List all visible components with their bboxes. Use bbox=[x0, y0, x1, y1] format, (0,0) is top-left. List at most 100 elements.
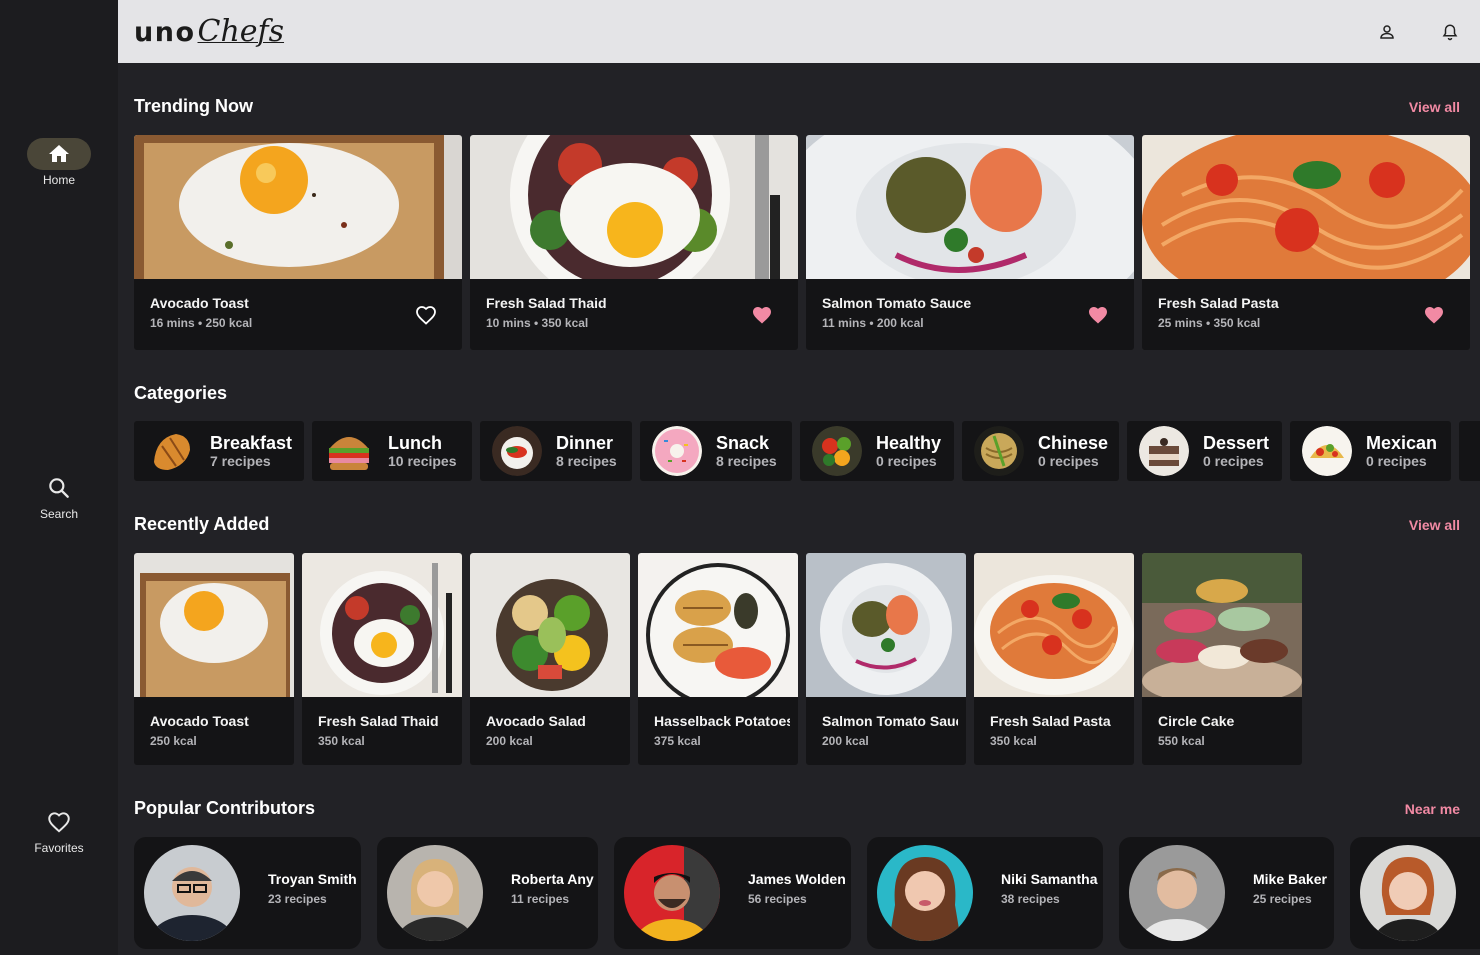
avatar bbox=[1129, 845, 1225, 941]
contributor-name: Niki Samantha bbox=[1001, 871, 1098, 887]
category-name: Lunch bbox=[388, 433, 442, 453]
contributor-name: Roberta Any bbox=[511, 871, 594, 887]
recipe-title: Circle Cake bbox=[1158, 713, 1235, 729]
logo-prefix: uno bbox=[134, 17, 196, 48]
trending-card[interactable]: Fresh Salad Pasta 25 mins • 350 kcal bbox=[1142, 135, 1470, 350]
recent-card[interactable]: Avocado Toast 250 kcal bbox=[134, 553, 294, 765]
salmon-image bbox=[806, 135, 1134, 279]
category-name: Chinese bbox=[1038, 433, 1109, 453]
contributor-card[interactable]: Troyan Smith 23 recipes bbox=[134, 837, 361, 949]
recipe-meta: 10 mins • 350 kcal bbox=[486, 316, 589, 330]
category-snack[interactable]: Snack 8 recipes bbox=[640, 421, 792, 481]
category-count: 0 recipes bbox=[1366, 453, 1427, 469]
recent-card[interactable]: Fresh Salad Pasta 350 kcal bbox=[974, 553, 1134, 765]
category-name: Healthy bbox=[876, 433, 942, 453]
contributor-name: Mike Baker bbox=[1253, 871, 1327, 887]
contributor-card[interactable]: Niki Samantha 38 recipes bbox=[867, 837, 1103, 949]
recipe-kcal: 250 kcal bbox=[150, 734, 197, 748]
category-name: Dinner bbox=[556, 433, 614, 453]
burger-icon bbox=[324, 426, 374, 476]
recipe-kcal: 200 kcal bbox=[486, 734, 533, 748]
avocado-salad-image bbox=[470, 553, 630, 697]
recipe-kcal: 200 kcal bbox=[822, 734, 869, 748]
recent-view-all-link[interactable]: View all bbox=[1409, 517, 1460, 533]
home-icon bbox=[27, 138, 91, 170]
contributor-count: 25 recipes bbox=[1253, 892, 1312, 906]
category-breakfast[interactable]: Breakfast 7 recipes bbox=[134, 421, 304, 481]
recipe-kcal: 350 kcal bbox=[318, 734, 365, 748]
app-logo[interactable]: uno Chefs bbox=[134, 14, 284, 49]
nav-favorites-label: Favorites bbox=[34, 841, 84, 855]
contributor-card[interactable]: Mike Baker 25 recipes bbox=[1119, 837, 1334, 949]
category-count: 0 recipes bbox=[876, 453, 937, 469]
noodle-bowl-icon bbox=[974, 426, 1024, 476]
nav-home[interactable]: Home bbox=[0, 138, 118, 187]
recent-card[interactable]: Hasselback Potatoes 375 kcal bbox=[638, 553, 798, 765]
nav-home-label: Home bbox=[42, 173, 75, 187]
category-overflow[interactable] bbox=[1459, 421, 1480, 481]
recipe-title: Avocado Salad bbox=[486, 713, 586, 729]
nav-search-label: Search bbox=[39, 507, 79, 521]
favorite-filled-icon[interactable] bbox=[750, 303, 774, 327]
contributor-count: 56 recipes bbox=[748, 892, 807, 906]
donut-icon bbox=[652, 426, 702, 476]
category-healthy[interactable]: Healthy 0 recipes bbox=[800, 421, 954, 481]
recipe-title: Hasselback Potatoes bbox=[654, 713, 790, 729]
navigation-rail: Home Search Favorites bbox=[0, 0, 118, 955]
recipe-title: Salmon Tomato Sauce bbox=[822, 713, 958, 729]
favorite-filled-icon[interactable] bbox=[1086, 303, 1110, 327]
contributor-count: 11 recipes bbox=[511, 892, 570, 906]
category-mexican[interactable]: Mexican 0 recipes bbox=[1290, 421, 1451, 481]
recipe-title: Fresh Salad Thaid bbox=[318, 713, 439, 729]
trending-card[interactable]: Salmon Tomato Sauce 11 mins • 200 kcal bbox=[806, 135, 1134, 350]
avatar bbox=[877, 845, 973, 941]
nav-search[interactable]: Search bbox=[0, 472, 118, 521]
logo-suffix: Chefs bbox=[197, 14, 285, 49]
trending-view-all-link[interactable]: View all bbox=[1409, 99, 1460, 115]
category-name: Dessert bbox=[1203, 433, 1270, 453]
category-count: 7 recipes bbox=[210, 453, 271, 469]
category-count: 0 recipes bbox=[1203, 453, 1264, 469]
category-name: Mexican bbox=[1366, 433, 1438, 453]
salad-bowl-icon bbox=[812, 426, 862, 476]
heart-icon bbox=[27, 806, 91, 838]
category-dessert[interactable]: Dessert 0 recipes bbox=[1127, 421, 1282, 481]
contributor-card[interactable]: James Wolden 56 recipes bbox=[614, 837, 851, 949]
contributor-card[interactable] bbox=[1350, 837, 1480, 949]
recipe-kcal: 550 kcal bbox=[1158, 734, 1205, 748]
favorite-outline-icon[interactable] bbox=[414, 303, 438, 327]
recent-card[interactable]: Salmon Tomato Sauce 200 kcal bbox=[806, 553, 966, 765]
recipe-kcal: 375 kcal bbox=[654, 734, 701, 748]
search-icon bbox=[27, 472, 91, 504]
hasselback-potatoes-image bbox=[638, 553, 798, 697]
recent-card[interactable]: Avocado Salad 200 kcal bbox=[470, 553, 630, 765]
avocado-toast-image bbox=[134, 553, 294, 697]
cake-icon bbox=[1139, 426, 1189, 476]
contributor-card[interactable]: Roberta Any 11 recipes bbox=[377, 837, 598, 949]
macarons-image bbox=[1142, 553, 1302, 697]
recipe-meta: 11 mins • 200 kcal bbox=[822, 316, 924, 330]
top-bar: uno Chefs bbox=[118, 0, 1480, 63]
category-name: Snack bbox=[716, 433, 770, 453]
recent-card[interactable]: Fresh Salad Thaid 350 kcal bbox=[302, 553, 462, 765]
bell-icon[interactable] bbox=[1440, 22, 1460, 42]
avatar bbox=[387, 845, 483, 941]
recent-title: Recently Added bbox=[134, 514, 270, 534]
category-name: Breakfast bbox=[210, 433, 293, 453]
nav-favorites[interactable]: Favorites bbox=[0, 806, 118, 855]
recent-card[interactable]: Circle Cake 550 kcal bbox=[1142, 553, 1302, 765]
category-dinner[interactable]: Dinner 8 recipes bbox=[480, 421, 632, 481]
contributor-name: Troyan Smith bbox=[268, 871, 357, 887]
trending-card[interactable]: Fresh Salad Thaid 10 mins • 350 kcal bbox=[470, 135, 798, 350]
avatar bbox=[144, 845, 240, 941]
contributor-name: James Wolden bbox=[748, 871, 846, 887]
avatar bbox=[624, 845, 720, 941]
category-lunch[interactable]: Lunch 10 recipes bbox=[312, 421, 472, 481]
account-icon[interactable] bbox=[1377, 22, 1397, 42]
salmon-image bbox=[806, 553, 966, 697]
category-chinese[interactable]: Chinese 0 recipes bbox=[962, 421, 1119, 481]
favorite-filled-icon[interactable] bbox=[1422, 303, 1446, 327]
trending-card[interactable]: Avocado Toast 16 mins • 250 kcal bbox=[134, 135, 462, 350]
recipe-title: Avocado Toast bbox=[150, 713, 249, 729]
contributors-near-me-link[interactable]: Near me bbox=[1405, 801, 1460, 817]
